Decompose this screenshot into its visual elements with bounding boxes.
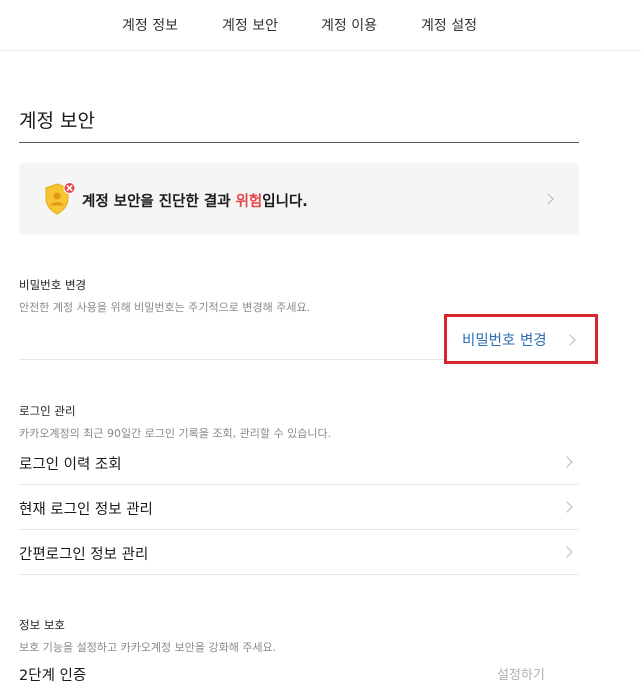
top-navigation: 계정 정보 계정 보안 계정 이용 계정 설정 <box>0 0 642 51</box>
divider <box>19 359 444 360</box>
title-divider <box>19 142 579 143</box>
diagnosis-prefix: 계정 보안을 진단한 결과 <box>82 194 236 210</box>
chevron-right-icon <box>561 501 573 513</box>
shield-warning-icon <box>45 182 76 215</box>
divider <box>19 574 579 575</box>
protection-section-description: 보호 기능을 설정하고 카카오계정 보안을 강화해 주세요. <box>19 641 277 654</box>
change-password-button[interactable]: 비밀번호 변경 <box>444 314 598 364</box>
chevron-right-icon <box>564 334 576 346</box>
login-section-title: 로그인 관리 <box>19 404 76 418</box>
diagnosis-message: 계정 보안을 진단한 결과 위험입니다. <box>82 190 308 211</box>
tab-account-settings[interactable]: 계정 설정 <box>421 15 477 35</box>
change-password-label: 비밀번호 변경 <box>462 333 547 349</box>
list-item-login-history[interactable]: 로그인 이력 조회 <box>19 441 579 485</box>
tab-account-info[interactable]: 계정 정보 <box>122 15 178 35</box>
security-diagnosis-card[interactable]: 계정 보안을 진단한 결과 위험입니다. <box>19 163 579 235</box>
protection-section-title: 정보 보호 <box>19 618 65 632</box>
password-section-title: 비밀번호 변경 <box>19 278 87 292</box>
diagnosis-status: 위험 <box>235 194 263 210</box>
chevron-right-icon <box>561 546 573 558</box>
list-item-current-login[interactable]: 현재 로그인 정보 관리 <box>19 486 579 530</box>
page-title: 계정 보안 <box>19 110 95 132</box>
diagnosis-suffix: 입니다. <box>262 194 308 210</box>
divider <box>19 484 579 485</box>
list-item-easy-login[interactable]: 간편로그인 정보 관리 <box>19 531 579 575</box>
tab-account-security[interactable]: 계정 보안 <box>222 15 278 35</box>
login-section-description: 카카오계정의 최근 90일간 로그인 기록을 조회, 관리할 수 있습니다. <box>19 427 332 440</box>
two-step-verification-label[interactable]: 2단계 인증 <box>19 664 86 685</box>
list-item-label: 로그인 이력 조회 <box>19 457 122 473</box>
list-item-label: 간편로그인 정보 관리 <box>19 547 149 563</box>
divider <box>19 529 579 530</box>
list-item-label: 현재 로그인 정보 관리 <box>19 502 153 518</box>
chevron-right-icon <box>542 193 554 205</box>
tab-account-usage[interactable]: 계정 이용 <box>321 15 377 35</box>
password-section-description: 안전한 계정 사용을 위해 비밀번호는 주기적으로 변경해 주세요. <box>19 301 311 314</box>
chevron-right-icon <box>561 456 573 468</box>
